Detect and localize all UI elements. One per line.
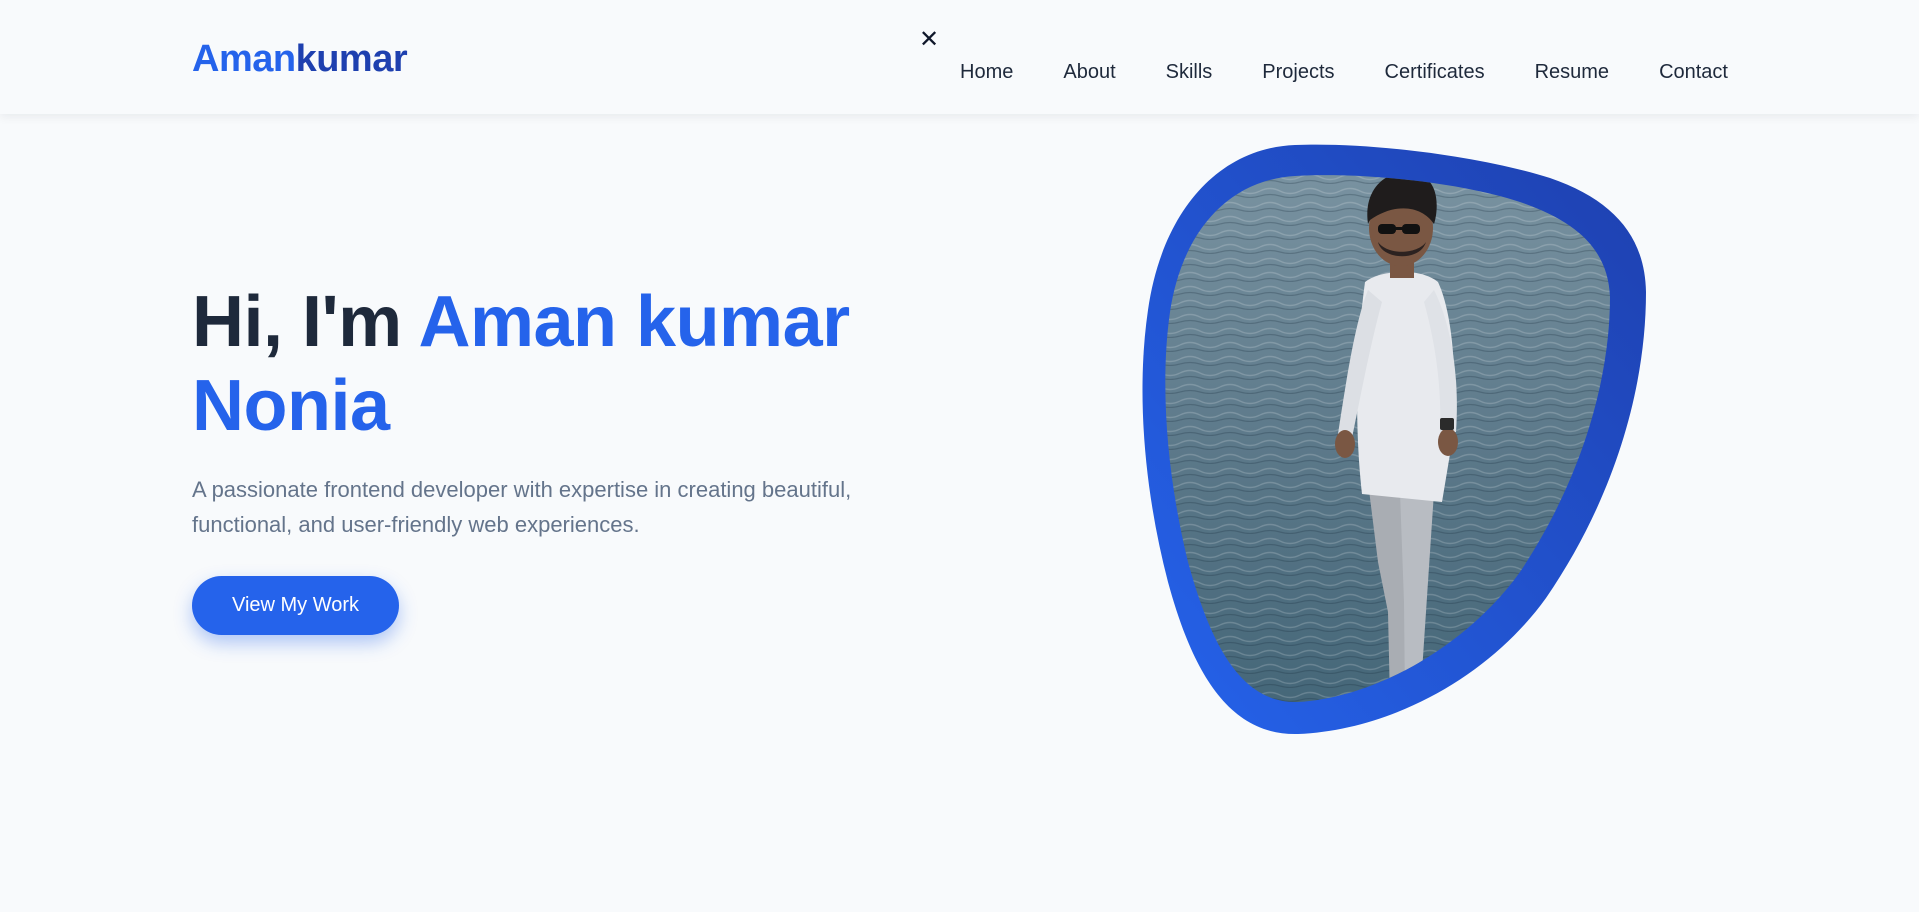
nav-link-skills[interactable]: Skills [1166,58,1213,86]
nav-link-projects[interactable]: Projects [1262,58,1334,86]
navbar: Amankumar ✕ Home About Skills Projects C… [0,0,1919,114]
profile-photo-frame [1142,144,1646,735]
nav-link-contact[interactable]: Contact [1659,58,1728,86]
hero-name-line1: Aman kumar [418,282,850,362]
view-my-work-button[interactable]: View My Work [192,576,399,635]
nav-link-certificates[interactable]: Certificates [1385,58,1485,86]
nav-link-home[interactable]: Home [960,58,1013,86]
brand-logo[interactable]: Amankumar [192,36,408,82]
hero-description: A passionate frontend developer with exp… [192,477,852,537]
nav-link-about[interactable]: About [1063,58,1115,86]
nav-links: Home About Skills Projects Certificates … [960,58,1728,86]
hero-title: Hi, I'm Aman kumar Nonia [192,280,892,448]
brand-second: kumar [295,38,408,80]
hero-section: Hi, I'm Aman kumar Nonia A passionate fro… [192,280,892,542]
close-icon[interactable]: ✕ [917,28,941,52]
brand-first: Aman [192,38,296,80]
nav-link-resume[interactable]: Resume [1535,58,1609,86]
hero-greeting: Hi, I'm [192,282,419,362]
hero-name-line2: Nonia [192,366,390,446]
profile-photo [1100,142,1730,772]
